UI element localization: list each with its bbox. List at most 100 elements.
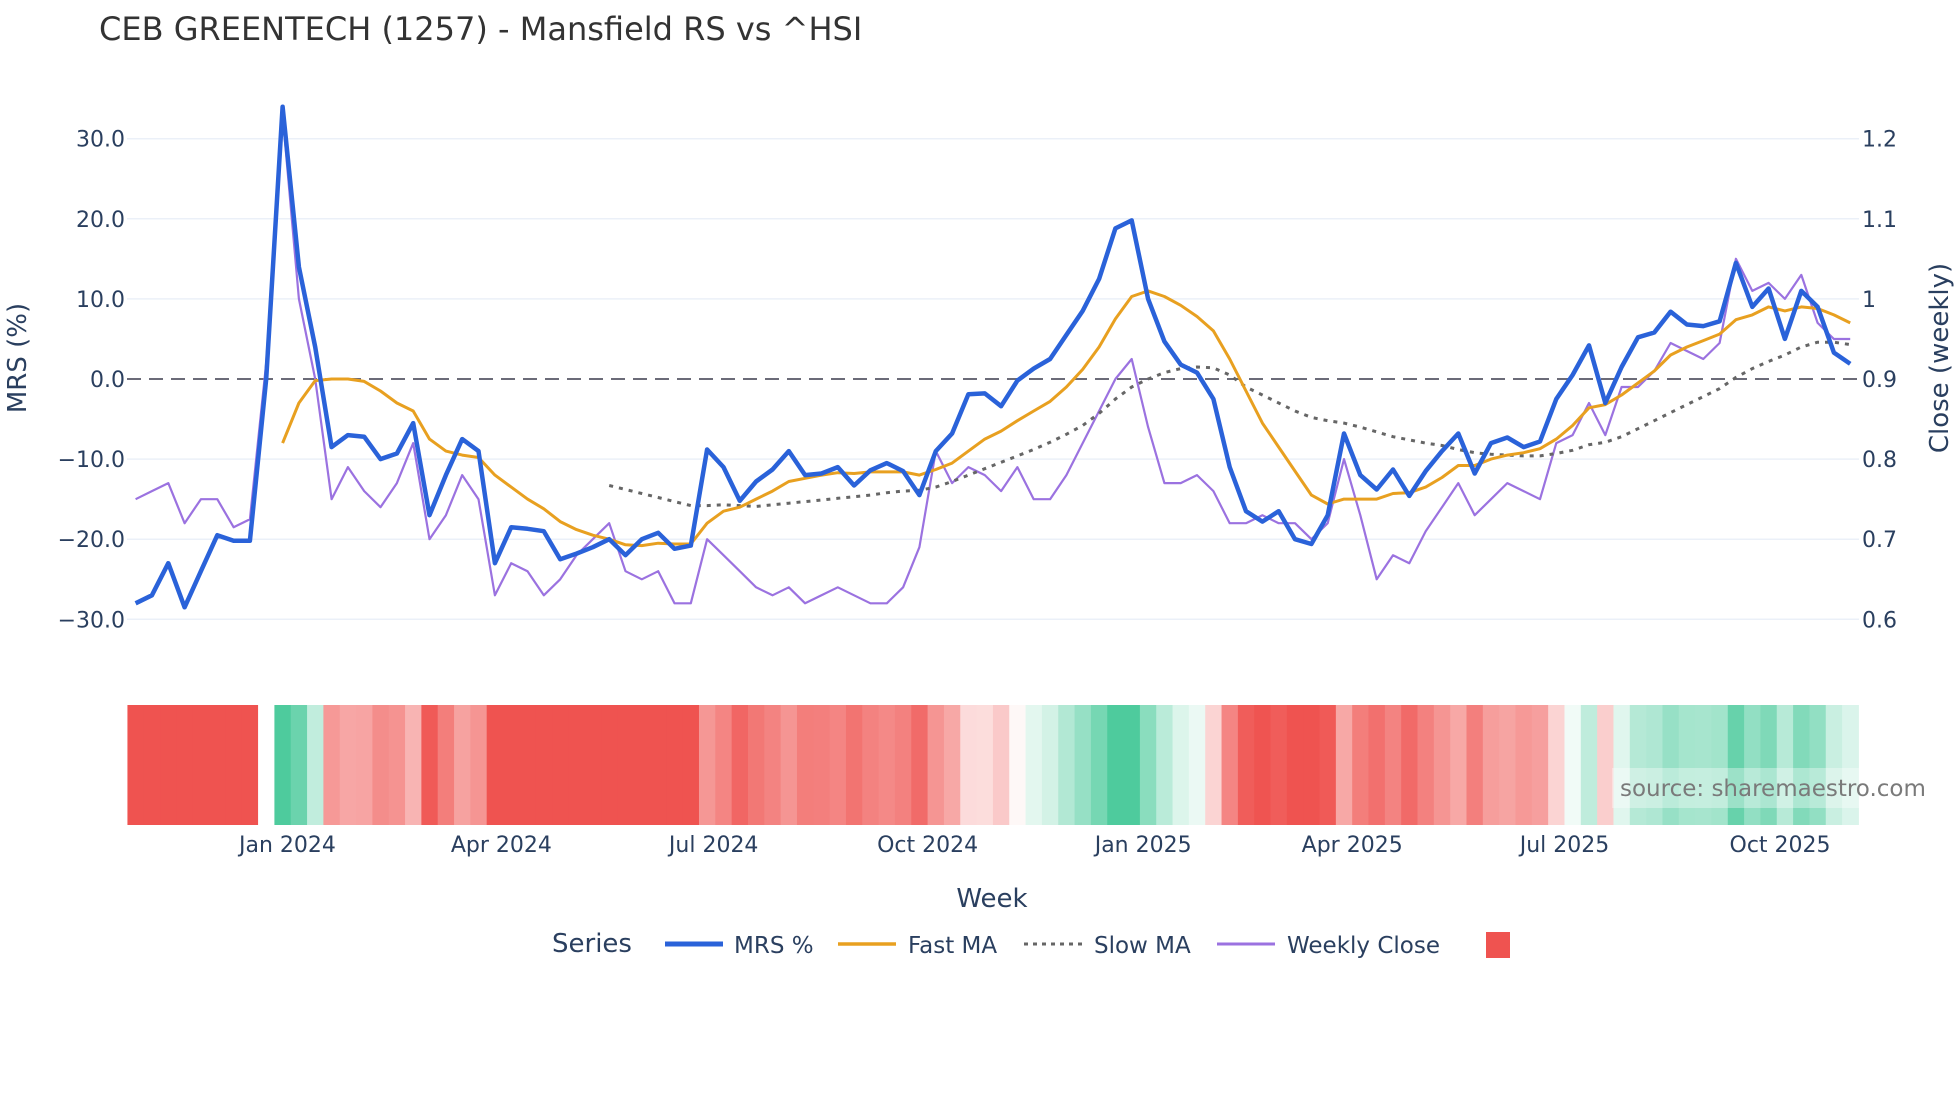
left-axis-ticks: 30.0 20.0 10.0 0.0 −10.0 −20.0 −30.0 [58,128,125,634]
heatmap-cell [1580,705,1598,825]
heatmap-cell [894,705,912,825]
heatmap-cell [405,705,422,825]
x-tick-label: Jan 2025 [1093,833,1192,858]
heatmap-cell [1139,705,1157,825]
legend-swatch-heatmap [1486,932,1510,958]
heatmap-cell [160,705,177,825]
legend-item-slow-ma[interactable]: Slow MA [1024,933,1191,959]
heatmap-cell [192,705,210,825]
heatmap-cell [1466,705,1484,825]
heatmap-cell [698,705,716,825]
heatmap-cell [241,705,259,825]
heatmap-cell [601,705,618,825]
y-tick-label: 10.0 [76,288,125,313]
y-tick-label: −20.0 [58,528,125,553]
legend-item-heatmap[interactable] [1486,932,1510,958]
legend-label-weekly-close: Weekly Close [1287,933,1440,959]
heatmap-cell [535,705,553,825]
y-tick-label: −30.0 [58,608,125,633]
x-axis-ticks: Jan 2024 Apr 2024 Jul 2024 Oct 2024 Jan 2025… [237,833,1831,858]
chart-title: CEB GREENTECH (1257) - Mansfield RS vs ^… [99,10,862,48]
heatmap-cell [1401,705,1419,825]
heatmap-cell [1352,705,1370,825]
heatmap-cell [747,705,765,825]
legend-item-mrs[interactable]: MRS % [665,933,814,959]
heatmap-cell [1025,705,1043,825]
heatmap-cell [584,705,602,825]
heatmap-cell [1009,705,1027,825]
legend-title: Series [552,929,632,959]
heatmap-cell [339,705,357,825]
heatmap-cell [568,705,586,825]
heatmap-cell [1188,705,1206,825]
heatmap-cell [1074,705,1092,825]
heatmap-cell [992,705,1010,825]
heatmap-cell [682,705,700,825]
heatmap-cell [666,705,684,825]
heatmap-cell [258,705,275,825]
heatmap-cell [1482,705,1500,825]
legend-label-slow-ma: Slow MA [1094,933,1191,959]
heatmap-cell [1335,705,1353,825]
legend-item-fast-ma[interactable]: Fast MA [838,933,997,959]
mrs-chart: CEB GREENTECH (1257) - Mansfield RS vs ^… [3,10,1955,959]
x-axis-title: Week [956,884,1027,914]
heatmap-cell [1384,705,1402,825]
y-tick-label: 20.0 [76,208,125,233]
heatmap-cell [715,705,733,825]
heatmap-cell [356,705,373,825]
heatmap-cell [1368,705,1386,825]
heatmap-cell [1123,705,1141,825]
heatmap-cell [1107,705,1125,825]
heatmap-cell [1156,705,1174,825]
heatmap-cell [1515,705,1533,825]
y2-tick-label: 1.1 [1862,208,1897,233]
heatmap-cell [1548,705,1565,825]
y2-tick-label: 0.6 [1862,608,1897,633]
heatmap-cell [437,705,455,825]
heatmap-cell [911,705,929,825]
x-tick-label: Apr 2025 [1302,833,1403,858]
heatmap-cell [552,705,569,825]
heatmap-cell [388,705,406,825]
y-tick-label: 0.0 [90,368,125,393]
heatmap-cell [649,705,667,825]
heatmap-cell [1041,705,1059,825]
heatmap-cell [943,705,961,825]
heatmap-cell [764,705,782,825]
mrs-line [134,104,1852,610]
y2-tick-label: 1 [1862,288,1876,313]
legend-item-weekly-close[interactable]: Weekly Close [1217,933,1440,959]
heatmap-cell [503,705,520,825]
heatmap-cell [796,705,814,825]
heatmap-cell [372,705,390,825]
heatmap-cell [617,705,635,825]
right-axis-ticks: 1.2 1.1 1 0.9 0.8 0.7 0.6 [1862,128,1897,634]
heatmap-cell [421,705,439,825]
y2-tick-label: 0.9 [1862,368,1897,393]
heatmap-cell [813,705,831,825]
fast-ma-line [281,289,1851,548]
heatmap-cell [1417,705,1435,825]
x-tick-label: Jan 2024 [237,833,336,858]
heatmap-cell [1433,705,1451,825]
heatmap-cell [862,705,880,825]
heatmap-cell [225,705,243,825]
heatmap-cell [127,705,145,825]
heatmap-cell [1058,705,1076,825]
heatmap-strip [127,705,1859,825]
x-tick-label: Apr 2024 [451,833,552,858]
x-tick-label: Oct 2025 [1730,833,1831,858]
heatmap-cell [1564,705,1582,825]
y2-tick-label: 0.7 [1862,528,1897,553]
legend-label-mrs: MRS % [734,933,814,959]
heatmap-cell [1270,705,1288,825]
y2-tick-label: 1.2 [1862,128,1897,153]
legend: Series MRS % Fast MA Slow MA Weekly Clos… [552,929,1510,959]
heatmap-cell [1319,705,1337,825]
heatmap-cell [1090,705,1108,825]
heatmap-cell [927,705,945,825]
heatmap-cell [470,705,488,825]
heatmap-cell [274,705,292,825]
heatmap-cell [1172,705,1190,825]
